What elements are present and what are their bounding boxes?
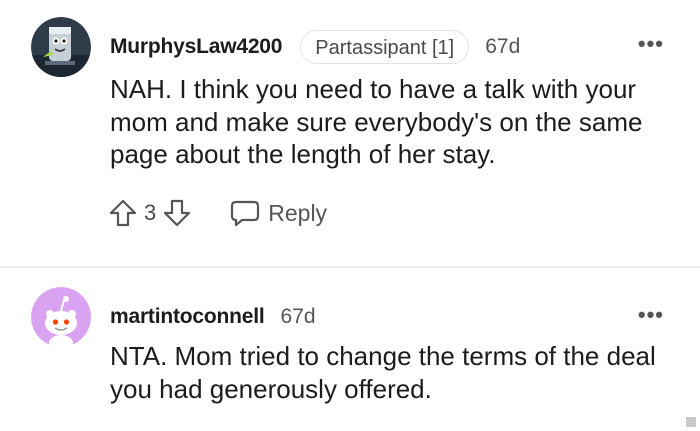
user-avatar[interactable] [31,17,91,77]
downvote-icon[interactable] [162,198,192,228]
comment-meta: MurphysLaw4200 Partassipant [1] 67d [110,29,520,65]
upvote-icon[interactable] [108,198,138,228]
user-avatar[interactable] [31,287,91,347]
timestamp: 67d [280,305,316,328]
comment-actions: 3 Reply [108,196,327,230]
more-options-icon[interactable]: ••• [638,304,664,326]
more-options-icon[interactable]: ••• [638,33,664,55]
reply-button[interactable]: Reply [230,198,327,228]
reply-label: Reply [268,199,328,226]
comment-1: MurphysLaw4200 Partassipant [1] 67d ••• … [0,0,700,266]
user-flair: Partassipant [1] [300,30,470,64]
scrollbar-corner [686,417,696,427]
comment-body: NTA. Mom tried to change the terms of th… [110,341,656,404]
comment-body: NAH. I think you need to have a talk wit… [110,74,643,169]
vote-score: 3 [144,200,157,225]
timestamp: 67d [485,35,521,58]
comment-meta: martintoconnell 67d [110,300,316,334]
speech-bubble-icon [230,198,260,228]
username[interactable]: MurphysLaw4200 [110,35,282,59]
username[interactable]: martintoconnell [110,305,265,329]
